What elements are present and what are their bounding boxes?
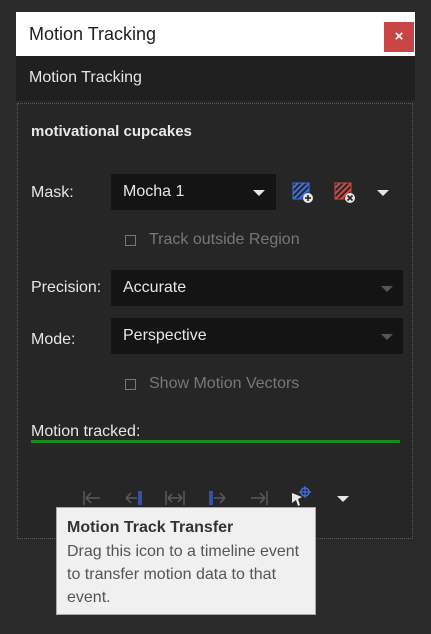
track-outside-region-checkbox[interactable]: [125, 235, 136, 246]
precision-label: Precision:: [31, 279, 102, 296]
chevron-down-icon: [381, 334, 393, 340]
chevron-down-icon: [381, 286, 393, 292]
show-motion-vectors-checkbox[interactable]: [125, 379, 136, 390]
track-backward-icon[interactable]: [123, 488, 145, 508]
mode-dropdown[interactable]: Perspective: [111, 318, 403, 354]
tooltip-title: Motion Track Transfer: [67, 519, 234, 536]
window-title: Motion Tracking: [29, 24, 157, 44]
track-bidirectional-icon[interactable]: [164, 488, 186, 508]
chevron-down-icon: [377, 190, 389, 196]
panel-header-title: Motion Tracking: [29, 69, 142, 86]
motion-track-transfer-icon[interactable]: [289, 485, 313, 509]
panel-header: Motion Tracking: [16, 56, 415, 101]
track-outside-region-label: Track outside Region: [149, 231, 300, 248]
mask-menu-button[interactable]: [376, 188, 390, 198]
chevron-down-icon: [337, 496, 349, 502]
tooltip: Motion Track Transfer Drag this icon to …: [56, 507, 316, 615]
motion-tracking-window: Motion Tracking × Motion Tracking motiva…: [16, 12, 415, 542]
remove-mask-icon[interactable]: [334, 182, 356, 204]
toolbar-menu-button[interactable]: [336, 494, 350, 504]
event-name: motivational cupcakes: [31, 123, 192, 140]
precision-dropdown[interactable]: Accurate: [111, 270, 403, 306]
track-forward-icon[interactable]: [206, 488, 228, 508]
mask-value: Mocha 1: [123, 183, 185, 200]
show-motion-vectors-label: Show Motion Vectors: [149, 375, 300, 392]
close-button[interactable]: ×: [384, 22, 414, 52]
mask-label: Mask:: [31, 184, 74, 201]
motion-tracking-panel: motivational cupcakes Mask: Mocha 1 Trac…: [17, 103, 413, 539]
tooltip-body: Drag this icon to a timeline event to tr…: [67, 543, 300, 606]
mode-value: Perspective: [123, 327, 207, 344]
chevron-down-icon: [253, 190, 265, 196]
mask-dropdown[interactable]: Mocha 1: [111, 174, 276, 210]
go-to-start-icon[interactable]: [81, 488, 103, 508]
title-bar[interactable]: Motion Tracking ×: [16, 12, 415, 56]
add-mask-icon[interactable]: [292, 182, 314, 204]
motion-tracked-label: Motion tracked:: [31, 423, 141, 440]
mode-label: Mode:: [31, 331, 76, 348]
precision-value: Accurate: [123, 279, 187, 296]
close-icon: ×: [394, 28, 404, 45]
go-to-end-icon[interactable]: [248, 488, 270, 508]
motion-tracked-progress: [31, 440, 400, 443]
